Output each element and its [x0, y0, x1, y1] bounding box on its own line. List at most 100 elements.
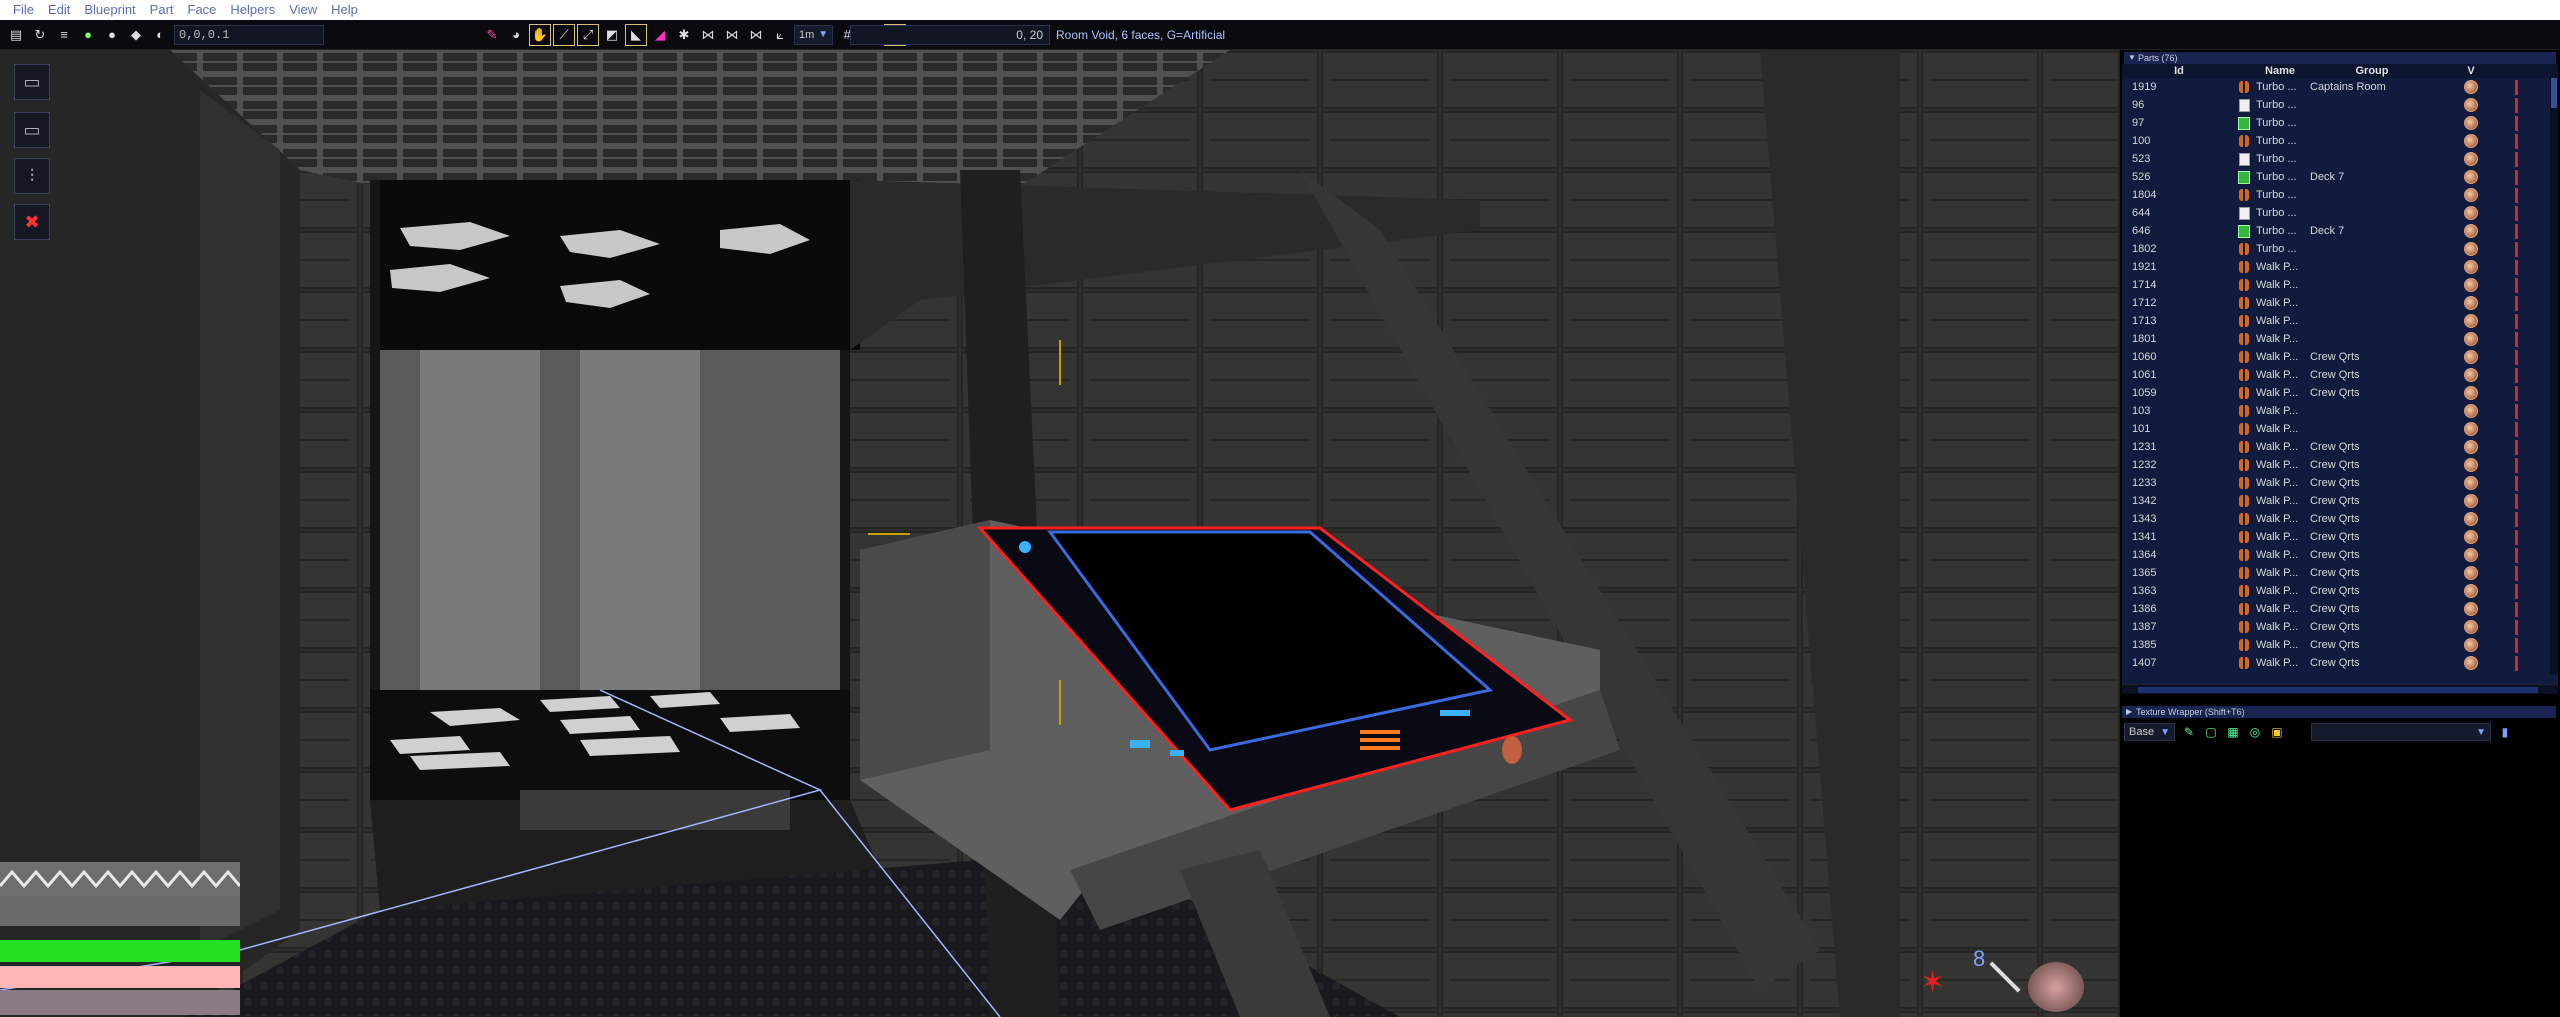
visibility-eye-icon[interactable]: [2464, 98, 2478, 112]
row-visibility[interactable]: [2436, 584, 2506, 598]
col-id[interactable]: Id: [2122, 64, 2236, 78]
table-row[interactable]: 1804 Turbo ...: [2122, 186, 2558, 204]
table-row[interactable]: 644 Turbo ...: [2122, 204, 2558, 222]
menu-edit[interactable]: Edit: [41, 0, 77, 20]
table-row[interactable]: 103 Walk P...: [2122, 402, 2558, 420]
list-icon[interactable]: ≡: [54, 25, 74, 45]
visibility-eye-icon[interactable]: [2464, 494, 2478, 508]
visibility-eye-icon[interactable]: [2464, 170, 2478, 184]
col-group[interactable]: Group: [2308, 64, 2436, 78]
menu-help[interactable]: Help: [324, 0, 365, 20]
row-visibility[interactable]: [2436, 170, 2506, 184]
table-row[interactable]: 1365 Walk P... Crew Qrts: [2122, 564, 2558, 582]
scale-tool-icon[interactable]: ⤢: [577, 23, 599, 46]
visibility-eye-icon[interactable]: [2464, 152, 2478, 166]
col-name[interactable]: Name: [2252, 64, 2308, 78]
table-row[interactable]: 1232 Walk P... Crew Qrts: [2122, 456, 2558, 474]
row-visibility[interactable]: [2436, 368, 2506, 382]
frame-tool-icon[interactable]: ▭: [14, 112, 50, 148]
row-visibility[interactable]: [2436, 350, 2506, 364]
table-row[interactable]: 1919 Turbo ... Captains Room: [2122, 78, 2558, 96]
visibility-eye-icon[interactable]: [2464, 224, 2478, 238]
refresh-icon[interactable]: ↻: [30, 25, 50, 45]
visibility-eye-icon[interactable]: [2464, 188, 2478, 202]
texture-grid-icon[interactable]: ▦: [2225, 724, 2241, 740]
row-visibility[interactable]: [2436, 242, 2506, 256]
row-visibility[interactable]: [2436, 440, 2506, 454]
visibility-eye-icon[interactable]: [2464, 602, 2478, 616]
menu-view[interactable]: View: [282, 0, 324, 20]
menu-face[interactable]: Face: [181, 0, 224, 20]
visibility-eye-icon[interactable]: [2464, 530, 2478, 544]
visibility-eye-icon[interactable]: [2464, 368, 2478, 382]
visibility-eye-icon[interactable]: [2464, 656, 2478, 670]
table-row[interactable]: 523 Turbo ...: [2122, 150, 2558, 168]
table-row[interactable]: 1343 Walk P... Crew Qrts: [2122, 510, 2558, 528]
visibility-eye-icon[interactable]: [2464, 440, 2478, 454]
visibility-eye-icon[interactable]: [2464, 134, 2478, 148]
row-visibility[interactable]: [2436, 314, 2506, 328]
row-visibility[interactable]: [2436, 458, 2506, 472]
visibility-eye-icon[interactable]: [2464, 260, 2478, 274]
row-visibility[interactable]: [2436, 404, 2506, 418]
3d-viewport[interactable]: ▭ ▭ ⫶ ✖ ✶ 8: [0, 50, 2118, 1017]
menu-file[interactable]: File: [6, 0, 41, 20]
diamond-icon[interactable]: ◆: [126, 25, 146, 45]
shapes-icon[interactable]: ◩: [602, 25, 622, 45]
table-row[interactable]: 1801 Walk P...: [2122, 330, 2558, 348]
snap-z-icon[interactable]: ⋈: [746, 25, 766, 45]
axis-icon[interactable]: ⟀: [770, 25, 790, 45]
stair-tool-icon[interactable]: ⫶: [14, 158, 50, 194]
row-visibility[interactable]: [2436, 530, 2506, 544]
table-row[interactable]: 1712 Walk P...: [2122, 294, 2558, 312]
visibility-eye-icon[interactable]: [2464, 404, 2478, 418]
menu-helpers[interactable]: Helpers: [223, 0, 282, 20]
row-visibility[interactable]: [2436, 386, 2506, 400]
row-visibility[interactable]: [2436, 602, 2506, 616]
delete-tool-icon[interactable]: ✖: [14, 204, 50, 240]
row-visibility[interactable]: [2436, 332, 2506, 346]
table-row[interactable]: 1231 Walk P... Crew Qrts: [2122, 438, 2558, 456]
table-row[interactable]: 1921 Walk P...: [2122, 258, 2558, 276]
visibility-eye-icon[interactable]: [2464, 638, 2478, 652]
table-row[interactable]: 1407 Walk P... Crew Qrts: [2122, 654, 2558, 672]
row-visibility[interactable]: [2436, 476, 2506, 490]
vertical-scroll-thumb[interactable]: [2551, 78, 2557, 108]
table-row[interactable]: 1713 Walk P...: [2122, 312, 2558, 330]
row-visibility[interactable]: [2436, 296, 2506, 310]
visibility-eye-icon[interactable]: [2464, 620, 2478, 634]
rotate-icon[interactable]: ✱: [674, 25, 694, 45]
vertical-scrollbar[interactable]: [2550, 78, 2558, 674]
table-row[interactable]: 96 Turbo ...: [2122, 96, 2558, 114]
table-row[interactable]: 1802 Turbo ...: [2122, 240, 2558, 258]
row-visibility[interactable]: [2436, 98, 2506, 112]
table-row[interactable]: 1233 Walk P... Crew Qrts: [2122, 474, 2558, 492]
visibility-eye-icon[interactable]: [2464, 566, 2478, 580]
texture-mode-dropdown[interactable]: Base ▼: [2124, 723, 2175, 741]
visibility-eye-icon[interactable]: [2464, 314, 2478, 328]
visibility-eye-icon[interactable]: [2464, 242, 2478, 256]
table-row[interactable]: 526 Turbo ... Deck 7: [2122, 168, 2558, 186]
menu-blueprint[interactable]: Blueprint: [77, 0, 142, 20]
row-visibility[interactable]: [2436, 206, 2506, 220]
grid-size-dropdown[interactable]: 1m ▼: [794, 24, 834, 45]
visibility-eye-icon[interactable]: [2464, 206, 2478, 220]
table-row[interactable]: 1714 Walk P...: [2122, 276, 2558, 294]
row-visibility[interactable]: [2436, 278, 2506, 292]
row-visibility[interactable]: [2436, 134, 2506, 148]
visibility-eye-icon[interactable]: [2464, 476, 2478, 490]
triangle-tool-icon[interactable]: ◣: [625, 23, 647, 46]
horizontal-scrollbar[interactable]: [2122, 684, 2558, 694]
row-visibility[interactable]: [2436, 638, 2506, 652]
pencil-icon[interactable]: ✎: [482, 25, 502, 45]
visibility-eye-icon[interactable]: [2464, 116, 2478, 130]
texture-select-dropdown[interactable]: ▼: [2310, 723, 2491, 741]
table-row[interactable]: 1059 Walk P... Crew Qrts: [2122, 384, 2558, 402]
row-visibility[interactable]: [2436, 260, 2506, 274]
table-row[interactable]: 1363 Walk P... Crew Qrts: [2122, 582, 2558, 600]
visibility-eye-icon[interactable]: [2464, 278, 2478, 292]
texture-pattern-icon[interactable]: ▣: [2269, 724, 2285, 740]
row-visibility[interactable]: [2436, 152, 2506, 166]
camera-tool-icon[interactable]: ▭: [14, 64, 50, 100]
row-visibility[interactable]: [2436, 422, 2506, 436]
